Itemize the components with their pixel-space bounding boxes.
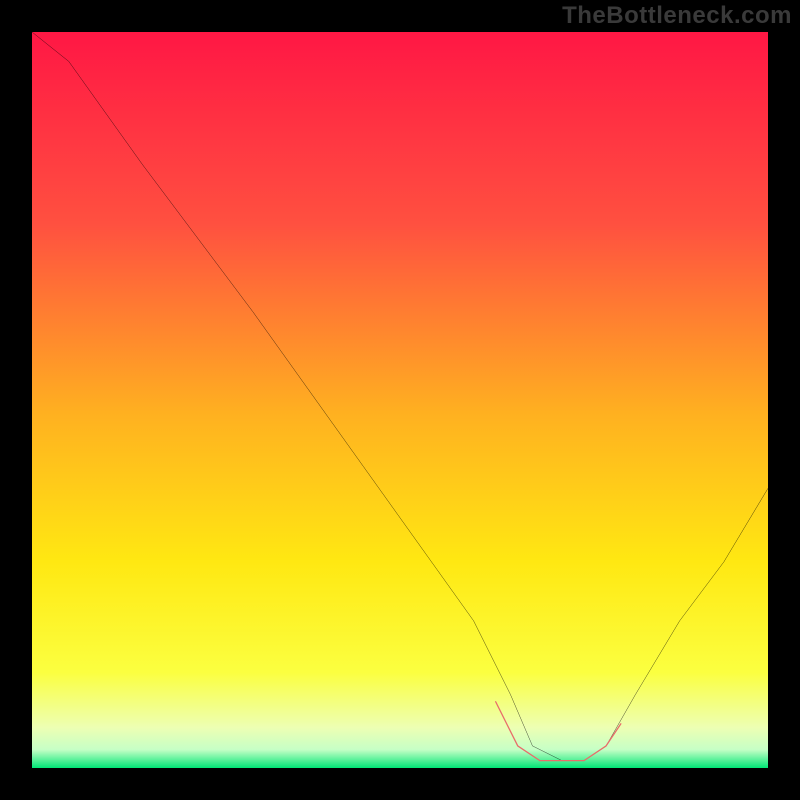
watermark-label: TheBottleneck.com bbox=[562, 2, 792, 30]
chart-frame: TheBottleneck.com bbox=[0, 0, 800, 800]
bottleneck-chart bbox=[32, 32, 768, 768]
